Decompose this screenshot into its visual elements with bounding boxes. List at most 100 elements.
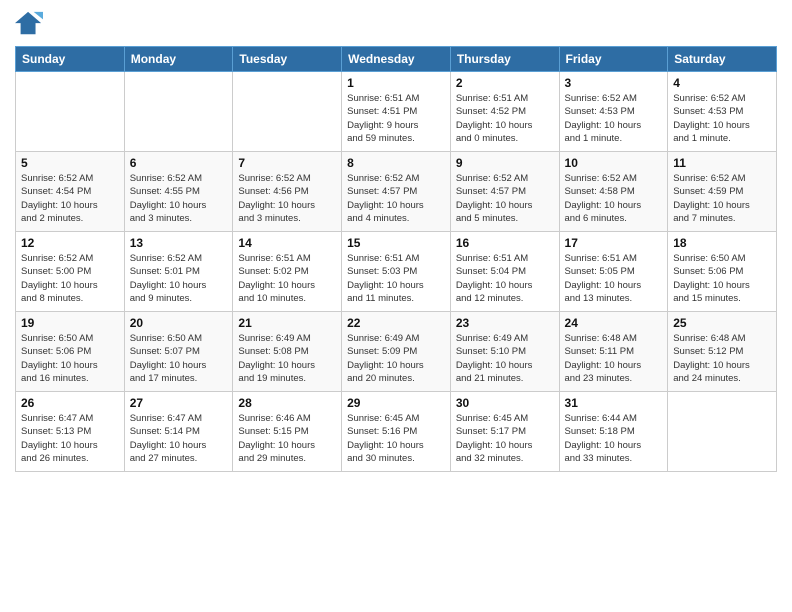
logo bbox=[15, 10, 47, 38]
day-number: 11 bbox=[673, 156, 771, 170]
calendar-cell: 9 Sunrise: 6:52 AM Sunset: 4:57 PM Daylig… bbox=[450, 152, 559, 232]
calendar-cell: 4 Sunrise: 6:52 AM Sunset: 4:53 PM Daylig… bbox=[668, 72, 777, 152]
day-number: 2 bbox=[456, 76, 554, 90]
day-number: 31 bbox=[565, 396, 663, 410]
calendar-cell: 21 Sunrise: 6:49 AM Sunset: 5:08 PM Dayli… bbox=[233, 312, 342, 392]
day-number: 20 bbox=[130, 316, 228, 330]
calendar-cell: 26 Sunrise: 6:47 AM Sunset: 5:13 PM Dayli… bbox=[16, 392, 125, 472]
calendar-cell: 30 Sunrise: 6:45 AM Sunset: 5:17 PM Dayli… bbox=[450, 392, 559, 472]
day-number: 25 bbox=[673, 316, 771, 330]
logo-icon bbox=[15, 10, 43, 38]
calendar-cell: 13Sunrise: 6:52 AM Sunset: 5:01 PM Dayli… bbox=[124, 232, 233, 312]
day-info: Sunrise: 6:51 AM Sunset: 4:51 PM Dayligh… bbox=[347, 92, 445, 145]
day-number: 30 bbox=[456, 396, 554, 410]
day-info: Sunrise: 6:52 AM Sunset: 5:00 PM Dayligh… bbox=[21, 252, 119, 305]
day-info: Sunrise: 6:49 AM Sunset: 5:10 PM Dayligh… bbox=[456, 332, 554, 385]
day-info: Sunrise: 6:52 AM Sunset: 4:58 PM Dayligh… bbox=[565, 172, 663, 225]
day-number: 3 bbox=[565, 76, 663, 90]
day-number: 27 bbox=[130, 396, 228, 410]
day-number: 1 bbox=[347, 76, 445, 90]
calendar-cell: 20 Sunrise: 6:50 AM Sunset: 5:07 PM Dayli… bbox=[124, 312, 233, 392]
calendar-cell: 2Sunrise: 6:51 AM Sunset: 4:52 PM Daylig… bbox=[450, 72, 559, 152]
day-number: 23 bbox=[456, 316, 554, 330]
calendar-cell: 16Sunrise: 6:51 AM Sunset: 5:04 PM Dayli… bbox=[450, 232, 559, 312]
calendar-cell: 6Sunrise: 6:52 AM Sunset: 4:55 PM Daylig… bbox=[124, 152, 233, 232]
day-info: Sunrise: 6:49 AM Sunset: 5:09 PM Dayligh… bbox=[347, 332, 445, 385]
day-number: 16 bbox=[456, 236, 554, 250]
calendar-table: SundayMondayTuesdayWednesdayThursdayFrid… bbox=[15, 46, 777, 472]
calendar-cell: 15Sunrise: 6:51 AM Sunset: 5:03 PM Dayli… bbox=[342, 232, 451, 312]
day-info: Sunrise: 6:52 AM Sunset: 5:01 PM Dayligh… bbox=[130, 252, 228, 305]
day-info: Sunrise: 6:51 AM Sunset: 5:03 PM Dayligh… bbox=[347, 252, 445, 305]
calendar-cell: 3 Sunrise: 6:52 AM Sunset: 4:53 PM Daylig… bbox=[559, 72, 668, 152]
calendar-cell bbox=[16, 72, 125, 152]
day-number: 19 bbox=[21, 316, 119, 330]
day-number: 21 bbox=[238, 316, 336, 330]
header bbox=[15, 10, 777, 38]
weekday-header-tuesday: Tuesday bbox=[233, 47, 342, 72]
day-number: 9 bbox=[456, 156, 554, 170]
day-info: Sunrise: 6:50 AM Sunset: 5:07 PM Dayligh… bbox=[130, 332, 228, 385]
calendar-cell: 7 Sunrise: 6:52 AM Sunset: 4:56 PM Daylig… bbox=[233, 152, 342, 232]
calendar-cell: 27 Sunrise: 6:47 AM Sunset: 5:14 PM Dayli… bbox=[124, 392, 233, 472]
weekday-header-friday: Friday bbox=[559, 47, 668, 72]
calendar-week-row: 19 Sunrise: 6:50 AM Sunset: 5:06 PM Dayli… bbox=[16, 312, 777, 392]
weekday-header-thursday: Thursday bbox=[450, 47, 559, 72]
day-info: Sunrise: 6:52 AM Sunset: 4:56 PM Dayligh… bbox=[238, 172, 336, 225]
day-info: Sunrise: 6:52 AM Sunset: 4:54 PM Dayligh… bbox=[21, 172, 119, 225]
day-number: 24 bbox=[565, 316, 663, 330]
day-info: Sunrise: 6:51 AM Sunset: 5:05 PM Dayligh… bbox=[565, 252, 663, 305]
weekday-header-saturday: Saturday bbox=[668, 47, 777, 72]
page-container: SundayMondayTuesdayWednesdayThursdayFrid… bbox=[0, 0, 792, 612]
day-number: 14 bbox=[238, 236, 336, 250]
calendar-cell: 17 Sunrise: 6:51 AM Sunset: 5:05 PM Dayli… bbox=[559, 232, 668, 312]
calendar-cell: 28 Sunrise: 6:46 AM Sunset: 5:15 PM Dayli… bbox=[233, 392, 342, 472]
calendar-cell: 8 Sunrise: 6:52 AM Sunset: 4:57 PM Daylig… bbox=[342, 152, 451, 232]
day-number: 10 bbox=[565, 156, 663, 170]
day-info: Sunrise: 6:48 AM Sunset: 5:12 PM Dayligh… bbox=[673, 332, 771, 385]
day-info: Sunrise: 6:48 AM Sunset: 5:11 PM Dayligh… bbox=[565, 332, 663, 385]
weekday-header-monday: Monday bbox=[124, 47, 233, 72]
calendar-cell: 24 Sunrise: 6:48 AM Sunset: 5:11 PM Dayli… bbox=[559, 312, 668, 392]
calendar-cell: 25 Sunrise: 6:48 AM Sunset: 5:12 PM Dayli… bbox=[668, 312, 777, 392]
day-info: Sunrise: 6:45 AM Sunset: 5:17 PM Dayligh… bbox=[456, 412, 554, 465]
day-number: 7 bbox=[238, 156, 336, 170]
day-info: Sunrise: 6:52 AM Sunset: 4:57 PM Dayligh… bbox=[347, 172, 445, 225]
day-info: Sunrise: 6:52 AM Sunset: 4:57 PM Dayligh… bbox=[456, 172, 554, 225]
calendar-cell: 22 Sunrise: 6:49 AM Sunset: 5:09 PM Dayli… bbox=[342, 312, 451, 392]
calendar-week-row: 5Sunrise: 6:52 AM Sunset: 4:54 PM Daylig… bbox=[16, 152, 777, 232]
day-info: Sunrise: 6:50 AM Sunset: 5:06 PM Dayligh… bbox=[21, 332, 119, 385]
day-info: Sunrise: 6:47 AM Sunset: 5:13 PM Dayligh… bbox=[21, 412, 119, 465]
day-info: Sunrise: 6:46 AM Sunset: 5:15 PM Dayligh… bbox=[238, 412, 336, 465]
day-number: 22 bbox=[347, 316, 445, 330]
day-number: 28 bbox=[238, 396, 336, 410]
day-info: Sunrise: 6:52 AM Sunset: 4:55 PM Dayligh… bbox=[130, 172, 228, 225]
calendar-cell bbox=[233, 72, 342, 152]
calendar-cell: 31 Sunrise: 6:44 AM Sunset: 5:18 PM Dayli… bbox=[559, 392, 668, 472]
day-number: 17 bbox=[565, 236, 663, 250]
calendar-week-row: 12 Sunrise: 6:52 AM Sunset: 5:00 PM Dayli… bbox=[16, 232, 777, 312]
calendar-week-row: 26 Sunrise: 6:47 AM Sunset: 5:13 PM Dayli… bbox=[16, 392, 777, 472]
calendar-cell: 23 Sunrise: 6:49 AM Sunset: 5:10 PM Dayli… bbox=[450, 312, 559, 392]
calendar-cell: 29Sunrise: 6:45 AM Sunset: 5:16 PM Dayli… bbox=[342, 392, 451, 472]
day-info: Sunrise: 6:52 AM Sunset: 4:59 PM Dayligh… bbox=[673, 172, 771, 225]
calendar-cell: 1 Sunrise: 6:51 AM Sunset: 4:51 PM Daylig… bbox=[342, 72, 451, 152]
day-number: 26 bbox=[21, 396, 119, 410]
day-number: 4 bbox=[673, 76, 771, 90]
weekday-header-wednesday: Wednesday bbox=[342, 47, 451, 72]
calendar-cell: 19 Sunrise: 6:50 AM Sunset: 5:06 PM Dayli… bbox=[16, 312, 125, 392]
day-info: Sunrise: 6:47 AM Sunset: 5:14 PM Dayligh… bbox=[130, 412, 228, 465]
day-number: 12 bbox=[21, 236, 119, 250]
day-info: Sunrise: 6:44 AM Sunset: 5:18 PM Dayligh… bbox=[565, 412, 663, 465]
day-info: Sunrise: 6:52 AM Sunset: 4:53 PM Dayligh… bbox=[673, 92, 771, 145]
calendar-week-row: 1 Sunrise: 6:51 AM Sunset: 4:51 PM Daylig… bbox=[16, 72, 777, 152]
day-info: Sunrise: 6:49 AM Sunset: 5:08 PM Dayligh… bbox=[238, 332, 336, 385]
calendar-cell: 10 Sunrise: 6:52 AM Sunset: 4:58 PM Dayli… bbox=[559, 152, 668, 232]
day-info: Sunrise: 6:45 AM Sunset: 5:16 PM Dayligh… bbox=[347, 412, 445, 465]
day-info: Sunrise: 6:50 AM Sunset: 5:06 PM Dayligh… bbox=[673, 252, 771, 305]
day-number: 8 bbox=[347, 156, 445, 170]
calendar-cell: 11 Sunrise: 6:52 AM Sunset: 4:59 PM Dayli… bbox=[668, 152, 777, 232]
day-info: Sunrise: 6:52 AM Sunset: 4:53 PM Dayligh… bbox=[565, 92, 663, 145]
calendar-cell: 5Sunrise: 6:52 AM Sunset: 4:54 PM Daylig… bbox=[16, 152, 125, 232]
calendar-cell bbox=[668, 392, 777, 472]
